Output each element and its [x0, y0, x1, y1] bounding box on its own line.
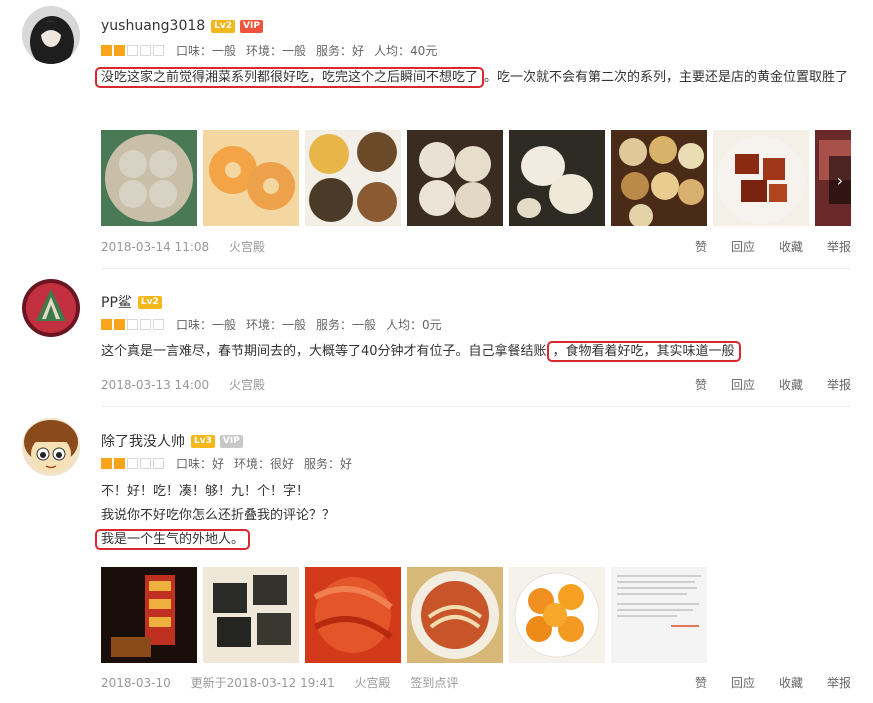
food-photo[interactable] — [509, 130, 605, 226]
username[interactable]: yushuang3018 — [101, 18, 205, 34]
highlighted-text: ，食物看着好吃，其实味道一般 — [546, 341, 741, 362]
star-empty-icon — [127, 457, 138, 469]
star-icon — [101, 457, 112, 469]
report-button[interactable]: 举报 — [827, 376, 851, 393]
star-empty-icon — [140, 318, 151, 330]
star-icon — [101, 318, 112, 330]
like-button[interactable]: 赞 — [695, 376, 707, 393]
level-badge: Lv3 — [191, 434, 215, 448]
screenshot-photo[interactable] — [611, 567, 707, 663]
review-date: 2018-03-10 — [101, 676, 171, 690]
highlighted-text: 我是一个生气的外地人。 — [95, 529, 251, 550]
environment-score: 环境：一般 — [246, 317, 307, 332]
report-button[interactable]: 举报 — [827, 238, 851, 255]
review-text: 不！好！吃！凑！够！九！个！字！ 我说你不好吃你怎么还折叠我的评论？？ 我是一个… — [95, 480, 853, 552]
food-photo[interactable] — [101, 130, 197, 226]
avatar[interactable] — [22, 279, 80, 337]
avatar[interactable] — [22, 6, 80, 64]
review-line: 我说你不好吃你怎么还折叠我的评论？？ — [101, 508, 336, 523]
username-row: yushuang3018 Lv2 VIP — [101, 18, 263, 34]
food-photo[interactable] — [611, 130, 707, 226]
username-row: 除了我没人帅 Lv3 VIP — [101, 431, 243, 451]
star-empty-icon — [127, 44, 138, 56]
username-row: PP鲨 Lv2 — [101, 292, 162, 312]
star-rating — [101, 457, 166, 469]
food-photo[interactable] — [101, 567, 197, 663]
environment-score: 环境：一般 — [246, 43, 307, 58]
chevron-right-icon[interactable]: › — [829, 156, 851, 204]
star-empty-icon — [127, 318, 138, 330]
review-date: 2018-03-13 14:00 — [101, 378, 210, 392]
review-text-main: 这个真是一言难尽，春节期间去的，大概等了40分钟才有位子。自己拿餐结账 — [101, 344, 547, 359]
star-empty-icon — [153, 457, 164, 469]
star-rating — [101, 318, 166, 330]
star-icon — [114, 457, 125, 469]
like-button[interactable]: 赞 — [695, 674, 707, 691]
food-photo[interactable] — [407, 130, 503, 226]
service-score: 服务：一般 — [316, 317, 377, 332]
taste-score: 口味：好 — [176, 456, 225, 471]
photo-strip — [101, 567, 713, 663]
rating-row: 口味：一般 环境：一般 服务：一般 人均：0元 — [101, 316, 452, 332]
like-button[interactable]: 赞 — [695, 238, 707, 255]
favorite-button[interactable]: 收藏 — [779, 674, 803, 691]
vip-badge: VIP — [240, 19, 263, 33]
review-line: 不！好！吃！凑！够！九！个！字！ — [101, 484, 310, 499]
environment-score: 环境：很好 — [234, 456, 295, 471]
taste-score: 口味：一般 — [176, 43, 237, 58]
reply-button[interactable]: 回应 — [731, 238, 755, 255]
username[interactable]: PP鲨 — [101, 292, 132, 312]
star-empty-icon — [140, 44, 151, 56]
reply-button[interactable]: 回应 — [731, 376, 755, 393]
highlighted-text: 没吃这家之前觉得湘菜系列都很好吃，吃完这个之后瞬间不想吃了 — [95, 67, 485, 88]
review-text: 没吃这家之前觉得湘菜系列都很好吃，吃完这个之后瞬间不想吃了 。吃一次就不会有第二次… — [95, 66, 853, 90]
shop-link[interactable]: 火宫殿 — [355, 676, 391, 690]
star-empty-icon — [140, 457, 151, 469]
photo-strip — [101, 130, 857, 226]
avg-price: 人均：40元 — [374, 43, 438, 58]
avg-price: 人均：0元 — [386, 317, 442, 332]
review-date: 2018-03-14 11:08 — [101, 240, 210, 254]
updated-date: 更新于2018-03-12 19:41 — [190, 676, 335, 690]
star-icon — [101, 44, 112, 56]
shop-link[interactable]: 火宫殿 — [229, 378, 265, 392]
vip-badge: VIP — [219, 434, 243, 448]
divider — [101, 268, 851, 269]
checkin-review-label: 签到点评 — [410, 676, 459, 690]
food-photo[interactable] — [305, 130, 401, 226]
rating-row: 口味：好 环境：很好 服务：好 — [101, 455, 362, 471]
level-badge: Lv2 — [137, 295, 162, 309]
username[interactable]: 除了我没人帅 — [101, 431, 185, 451]
star-empty-icon — [153, 44, 164, 56]
food-photo[interactable] — [509, 567, 605, 663]
level-badge: Lv2 — [211, 19, 236, 33]
divider — [101, 406, 851, 407]
food-photo[interactable] — [407, 567, 503, 663]
avatar[interactable] — [22, 418, 80, 476]
review-footer: 2018-03-14 11:08 火宫殿 赞 回应 收藏 举报 — [101, 238, 851, 254]
service-score: 服务：好 — [304, 456, 353, 471]
favorite-button[interactable]: 收藏 — [779, 376, 803, 393]
review-text: 这个真是一言难尽，春节期间去的，大概等了40分钟才有位子。自己拿餐结账 ，食物看着… — [101, 340, 853, 364]
shop-link[interactable]: 火宫殿 — [229, 240, 265, 254]
star-rating — [101, 44, 166, 56]
star-empty-icon — [153, 318, 164, 330]
service-score: 服务：好 — [316, 43, 365, 58]
food-photo[interactable] — [713, 130, 809, 226]
food-photo[interactable] — [305, 567, 401, 663]
taste-score: 口味：一般 — [176, 317, 237, 332]
star-icon — [114, 44, 125, 56]
rating-row: 口味：一般 环境：一般 服务：好 人均：40元 — [101, 42, 447, 58]
food-photo[interactable] — [203, 130, 299, 226]
review-footer: 2018-03-10 更新于2018-03-12 19:41 火宫殿 签到点评 … — [101, 674, 851, 690]
food-photo[interactable] — [203, 567, 299, 663]
review-footer: 2018-03-13 14:00 火宫殿 赞 回应 收藏 举报 — [101, 376, 851, 392]
reply-button[interactable]: 回应 — [731, 674, 755, 691]
star-icon — [114, 318, 125, 330]
favorite-button[interactable]: 收藏 — [779, 238, 803, 255]
review-text-rest: 。吃一次就不会有第二次的系列，主要还是店的黄金位置取胜了 — [484, 70, 849, 85]
report-button[interactable]: 举报 — [827, 674, 851, 691]
